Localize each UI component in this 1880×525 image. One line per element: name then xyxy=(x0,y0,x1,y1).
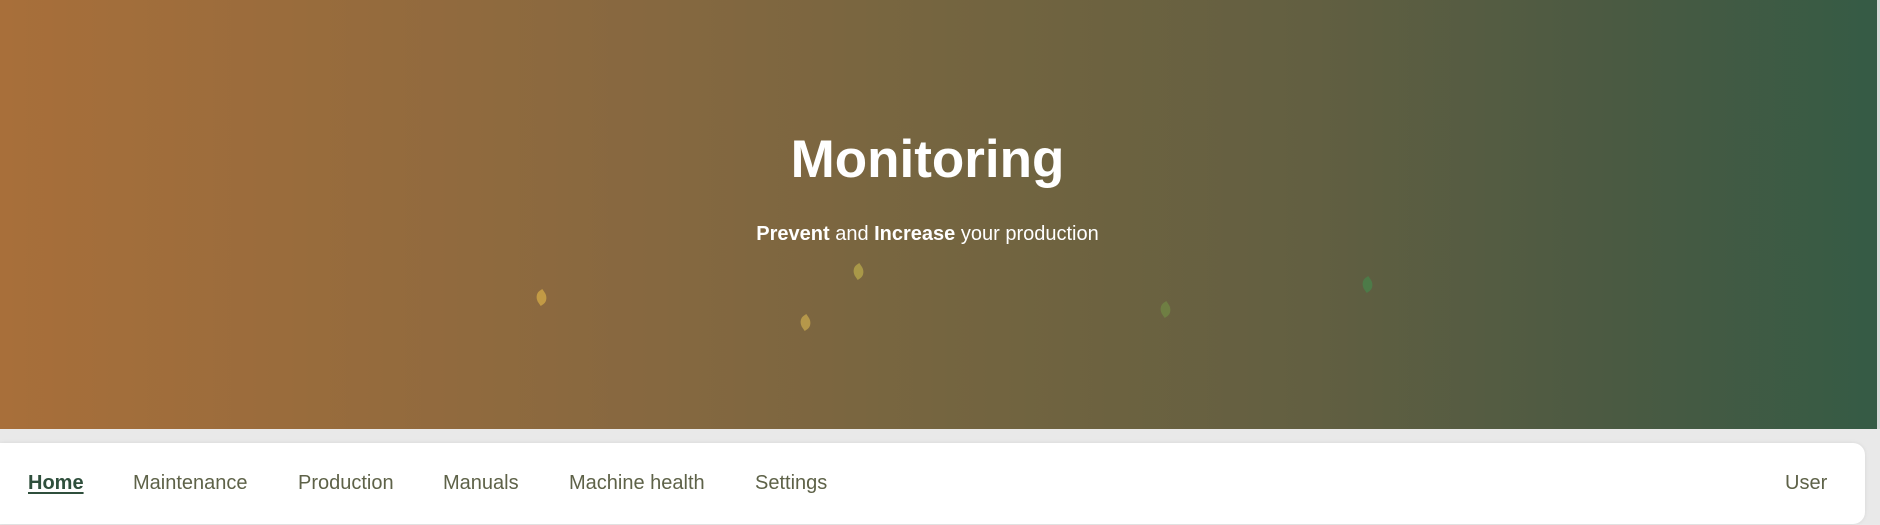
leaf-decoration-icon xyxy=(1359,276,1376,293)
nav-item-machine-health[interactable]: Machine health xyxy=(569,471,705,495)
nav-item-settings[interactable]: Settings xyxy=(755,471,827,495)
hero-subtitle-strong-prevent: Prevent xyxy=(756,223,830,245)
leaf-decoration-icon xyxy=(850,263,867,280)
hero-subtitle-text-rest: your production xyxy=(955,223,1099,245)
hero-subtitle: Prevent and Increase your production xyxy=(0,222,1855,246)
hero-subtitle-text-and: and xyxy=(829,223,875,245)
nav-item-maintenance[interactable]: Maintenance xyxy=(133,471,248,495)
nav-item-production[interactable]: Production xyxy=(298,471,394,495)
page: Monitoring Prevent and Increase your pro… xyxy=(0,0,1880,525)
hero-title: Monitoring xyxy=(790,130,1065,189)
leaf-decoration-icon xyxy=(797,314,814,331)
leaf-decoration-icon xyxy=(1157,301,1174,318)
bottom-navigation-bar: Home Maintenance Production Manuals Mach… xyxy=(0,443,1865,524)
nav-item-user[interactable]: User xyxy=(1785,471,1827,495)
nav-item-manuals[interactable]: Manuals xyxy=(443,471,519,495)
leaf-decoration-icon xyxy=(533,289,550,306)
nav-item-home[interactable]: Home xyxy=(28,471,84,495)
hero-banner: Monitoring Prevent and Increase your pro… xyxy=(0,0,1877,429)
hero-subtitle-strong-increase: Increase xyxy=(874,223,956,245)
